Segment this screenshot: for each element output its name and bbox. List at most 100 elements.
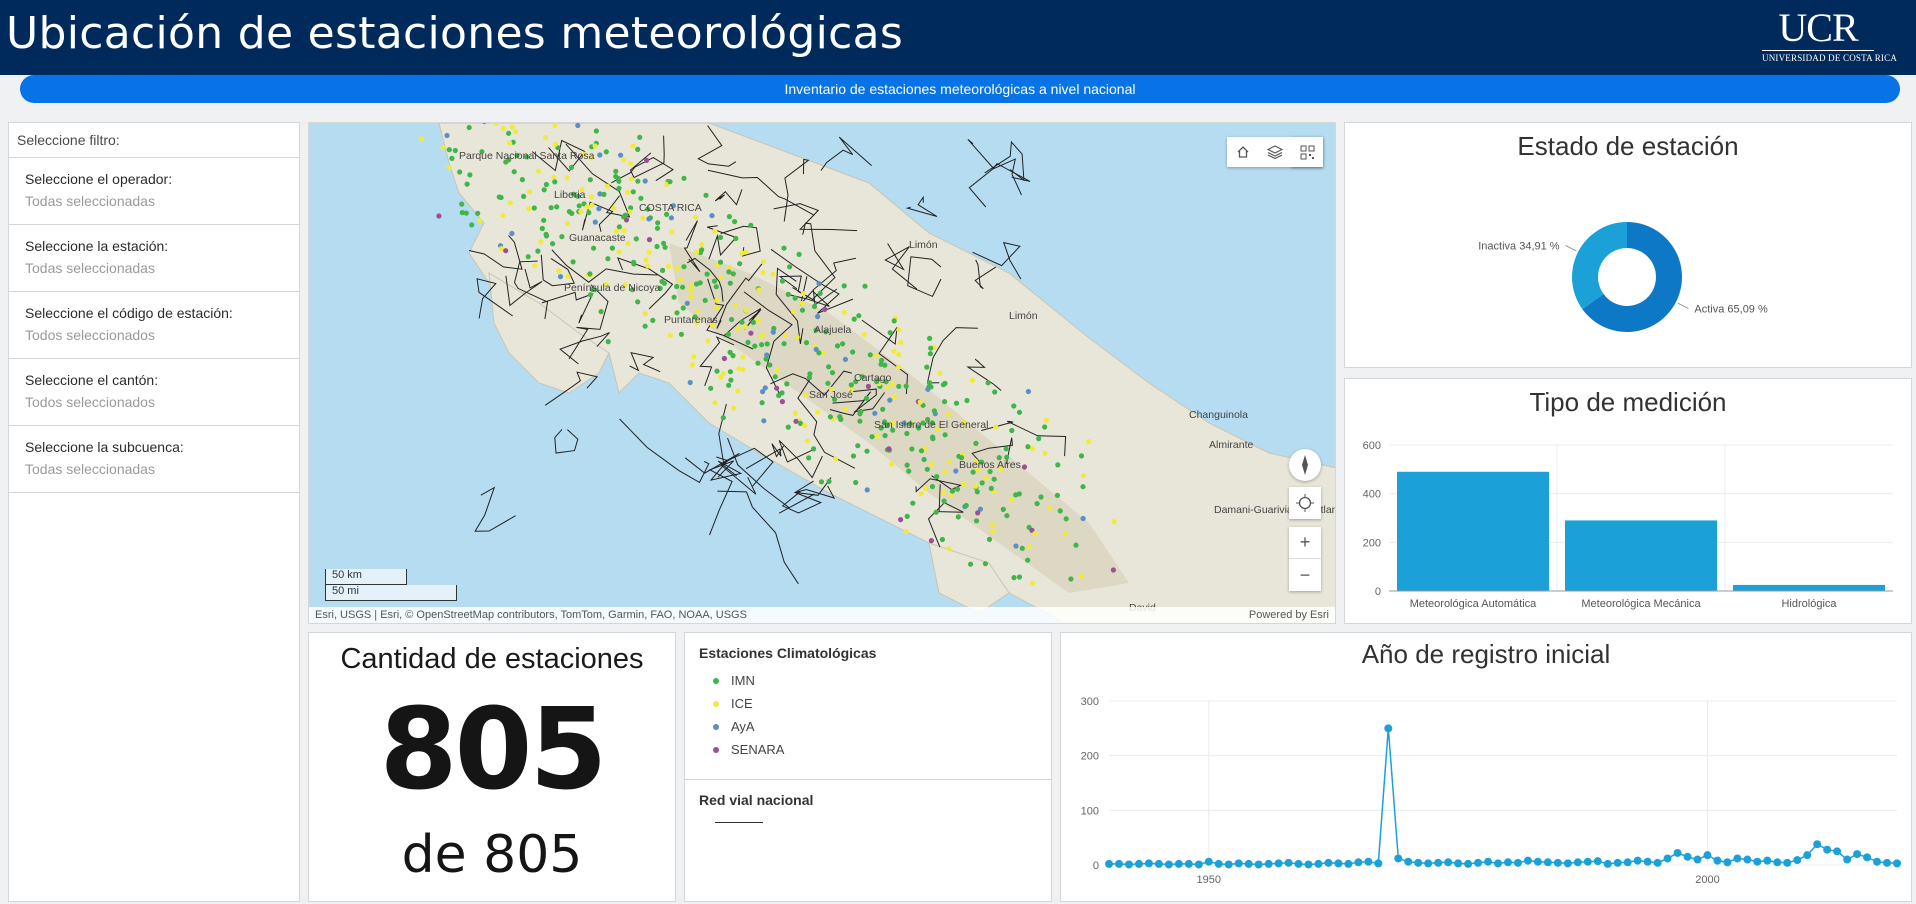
station-point[interactable] (792, 410, 798, 416)
line-point[interactable] (1573, 858, 1582, 867)
filter-value[interactable]: Todas seleccionadas (25, 193, 299, 209)
line-point[interactable] (1174, 859, 1183, 868)
station-point[interactable] (642, 323, 648, 329)
station-point[interactable] (586, 210, 592, 216)
station-point[interactable] (922, 485, 929, 492)
plus-icon[interactable]: + (1289, 527, 1321, 559)
filter-subcuenca[interactable]: Seleccione la subcuenca: Todas seleccion… (9, 426, 299, 493)
station-point[interactable] (1047, 505, 1053, 511)
station-point[interactable] (714, 305, 720, 311)
station-point[interactable] (631, 261, 637, 267)
station-point[interactable] (774, 367, 780, 373)
station-point[interactable] (993, 424, 999, 430)
station-point[interactable] (864, 448, 870, 454)
station-point[interactable] (1068, 576, 1074, 582)
station-point[interactable] (851, 316, 857, 322)
station-point[interactable] (882, 433, 888, 439)
station-point[interactable] (764, 341, 770, 347)
station-point[interactable] (1021, 464, 1028, 470)
station-point[interactable] (466, 124, 472, 131)
station-point[interactable] (985, 380, 991, 386)
station-point[interactable] (605, 256, 611, 262)
station-point[interactable] (566, 209, 572, 215)
station-point[interactable] (507, 200, 513, 206)
station-point[interactable] (779, 399, 785, 405)
line-point[interactable] (1723, 858, 1732, 867)
station-point[interactable] (904, 462, 910, 468)
bar-chart[interactable]: 0 200 400 600 Meteorológica Automática Meteor… (1345, 379, 1913, 625)
station-point[interactable] (732, 219, 738, 225)
station-point[interactable] (979, 480, 985, 486)
station-point[interactable] (896, 327, 902, 333)
station-point[interactable] (975, 510, 981, 516)
station-point[interactable] (1057, 508, 1063, 514)
station-point[interactable] (597, 152, 603, 158)
line-point[interactable] (1414, 858, 1423, 867)
station-point[interactable] (654, 225, 661, 231)
station-point[interactable] (1086, 439, 1092, 445)
line-point[interactable] (1454, 859, 1463, 868)
line-point[interactable] (1434, 858, 1443, 867)
line-point[interactable] (1274, 859, 1283, 868)
station-point[interactable] (718, 374, 724, 380)
station-point[interactable] (790, 309, 797, 315)
station-point[interactable] (646, 237, 653, 243)
station-point[interactable] (630, 189, 636, 195)
line-point[interactable] (1753, 857, 1762, 866)
station-point[interactable] (954, 486, 961, 492)
station-point[interactable] (539, 225, 545, 232)
station-point[interactable] (815, 409, 821, 415)
line-point[interactable] (1214, 859, 1223, 868)
station-point[interactable] (1036, 436, 1042, 442)
station-point[interactable] (826, 478, 832, 485)
station-point[interactable] (898, 517, 904, 523)
station-point[interactable] (674, 283, 680, 290)
line-point[interactable] (1264, 859, 1273, 868)
station-point[interactable] (556, 268, 562, 274)
station-point[interactable] (521, 193, 527, 199)
station-point[interactable] (748, 330, 754, 336)
station-point[interactable] (578, 209, 584, 215)
station-point[interactable] (638, 195, 644, 201)
station-point[interactable] (475, 210, 481, 216)
station-point[interactable] (718, 275, 724, 281)
line-point[interactable] (1533, 857, 1542, 866)
station-point[interactable] (742, 324, 748, 330)
station-point[interactable] (837, 414, 843, 420)
station-point[interactable] (945, 411, 952, 418)
station-point[interactable] (671, 294, 677, 300)
station-point[interactable] (645, 263, 651, 269)
station-point[interactable] (961, 481, 967, 487)
station-point[interactable] (554, 204, 560, 210)
station-point[interactable] (752, 343, 758, 349)
line-point[interactable] (1543, 858, 1552, 867)
station-point[interactable] (853, 479, 859, 486)
station-point[interactable] (885, 384, 891, 391)
station-point[interactable] (1078, 453, 1085, 459)
station-point[interactable] (627, 209, 633, 215)
station-point[interactable] (598, 309, 604, 315)
line-point[interactable] (1603, 859, 1612, 868)
station-point[interactable] (1016, 409, 1023, 415)
station-point[interactable] (714, 368, 720, 374)
station-point[interactable] (729, 316, 735, 323)
map-canvas[interactable]: Parque Nacional Santa Rosa Liberia COSTA R… (309, 123, 1336, 624)
station-point[interactable] (728, 377, 734, 383)
bar[interactable] (1733, 584, 1885, 591)
station-point[interactable] (584, 204, 590, 210)
station-point[interactable] (689, 362, 695, 368)
station-point[interactable] (781, 341, 787, 347)
station-point[interactable] (891, 318, 897, 324)
map-toolbar[interactable] (1227, 137, 1323, 167)
station-point[interactable] (1080, 515, 1086, 522)
station-point[interactable] (525, 254, 531, 260)
line-point[interactable] (1503, 858, 1512, 867)
station-point[interactable] (1034, 501, 1040, 507)
station-point[interactable] (705, 338, 711, 344)
station-point[interactable] (748, 222, 754, 228)
layers-icon[interactable] (1259, 137, 1291, 167)
line-point[interactable] (1783, 858, 1792, 867)
station-point[interactable] (667, 179, 673, 185)
station-point[interactable] (457, 169, 463, 175)
line-point[interactable] (1803, 851, 1812, 860)
